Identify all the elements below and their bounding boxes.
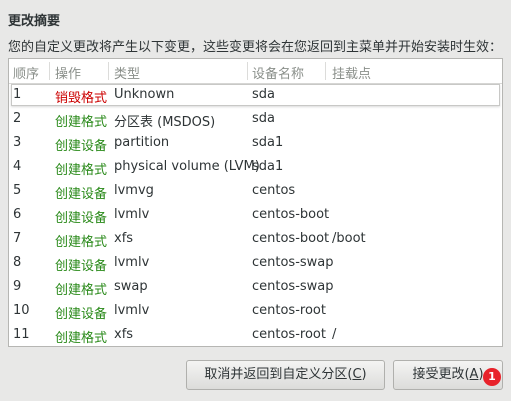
- cell-order: 2: [13, 111, 22, 126]
- cell-order: 3: [13, 135, 22, 150]
- table-header: 顺序 操作 类型 设备名称 挂载点: [9, 59, 502, 84]
- accept-button-label: 接受更改(: [412, 367, 470, 382]
- cell-order: 5: [13, 183, 22, 198]
- cell-action: 创建格式: [55, 331, 108, 346]
- table-row[interactable]: 5 创建设备 lvmvg centos: [9, 179, 502, 203]
- cell-order: 11: [13, 327, 30, 342]
- cell-order: 6: [13, 207, 22, 222]
- table-row[interactable]: 4 创建格式 physical volume (LVM) sda1: [9, 155, 502, 179]
- table-row[interactable]: 3 创建设备 partition sda1: [9, 131, 502, 155]
- cell-type: physical volume (LVM): [114, 159, 260, 174]
- table-row[interactable]: 9 创建格式 swap centos-swap: [9, 275, 502, 299]
- cancel-button-suffix: ): [361, 367, 367, 382]
- cancel-button-mnemonic: C: [352, 367, 362, 382]
- cell-device: centos-root: [252, 303, 326, 318]
- cell-action: 创建格式: [55, 115, 108, 130]
- table-row[interactable]: 6 创建设备 lvmlv centos-boot: [9, 203, 502, 227]
- table-row[interactable]: 1 销毁格式 Unknown sda: [9, 83, 502, 107]
- cell-type: partition: [114, 135, 170, 150]
- cell-action: 创建设备: [55, 307, 108, 322]
- cell-type: Unknown: [114, 87, 175, 102]
- cell-device: sda1: [252, 135, 284, 150]
- changes-table: 顺序 操作 类型 设备名称 挂载点 1 销毁格式 Unknown sda 2 创建格式 分区…: [8, 58, 503, 347]
- cell-device: sda: [252, 111, 275, 126]
- cell-mount: /boot: [332, 231, 366, 246]
- cell-action: 创建格式: [55, 163, 108, 178]
- column-header-order[interactable]: 顺序: [13, 63, 39, 82]
- notification-badge: 1: [483, 368, 501, 386]
- cell-order: 10: [13, 303, 30, 318]
- cell-type: lvmvg: [114, 183, 154, 198]
- cell-device: centos-swap: [252, 279, 334, 294]
- column-separator: [49, 62, 50, 80]
- column-separator: [325, 62, 326, 80]
- table-row[interactable]: 10 创建设备 lvmlv centos-root: [9, 299, 502, 323]
- cell-type: lvmlv: [114, 255, 150, 270]
- cell-action: 创建设备: [55, 139, 108, 154]
- table-row[interactable]: 11 创建格式 xfs centos-root /: [9, 323, 502, 346]
- cell-type: swap: [114, 279, 148, 294]
- cell-action: 创建格式: [55, 235, 108, 250]
- cell-order: 8: [13, 255, 22, 270]
- cell-action: 创建设备: [55, 187, 108, 202]
- cell-action: 创建设备: [55, 259, 108, 274]
- cell-mount: /: [332, 327, 337, 342]
- column-header-mount[interactable]: 挂载点: [332, 63, 371, 82]
- cell-action: 销毁格式: [55, 91, 108, 106]
- cell-type: lvmlv: [114, 207, 150, 222]
- cell-order: 7: [13, 231, 22, 246]
- cell-device: centos: [252, 183, 296, 198]
- column-header-device[interactable]: 设备名称: [252, 63, 304, 82]
- dialog-description: 您的自定义更改将产生以下变更，这些变更将会在您返回到主菜单并开始安装时生效：: [8, 40, 503, 55]
- cell-device: sda1: [252, 159, 284, 174]
- cell-device: centos-boot: [252, 231, 330, 246]
- cell-order: 9: [13, 279, 22, 294]
- column-separator: [108, 62, 109, 80]
- cell-action: 创建设备: [55, 211, 108, 226]
- cell-type: xfs: [114, 327, 134, 342]
- cell-type: xfs: [114, 231, 134, 246]
- cell-device: centos-swap: [252, 255, 334, 270]
- column-header-action[interactable]: 操作: [55, 63, 81, 82]
- cell-order: 1: [13, 87, 22, 102]
- column-separator: [247, 62, 248, 80]
- cell-action: 创建格式: [55, 283, 108, 298]
- cell-type: 分区表 (MSDOS): [114, 115, 216, 130]
- table-row[interactable]: 2 创建格式 分区表 (MSDOS) sda: [9, 107, 502, 131]
- cell-order: 4: [13, 159, 22, 174]
- cancel-button-label: 取消并返回到自定义分区(: [204, 367, 353, 382]
- cell-device: sda: [252, 87, 275, 102]
- cell-device: centos-root: [252, 327, 326, 342]
- table-row[interactable]: 8 创建设备 lvmlv centos-swap: [9, 251, 502, 275]
- cell-device: centos-boot: [252, 207, 330, 222]
- table-row[interactable]: 7 创建格式 xfs centos-boot/boot: [9, 227, 502, 251]
- cancel-return-button[interactable]: 取消并返回到自定义分区(C): [186, 360, 385, 390]
- column-header-type[interactable]: 类型: [114, 63, 140, 82]
- dialog-title: 更改摘要: [8, 14, 61, 29]
- cell-type: lvmlv: [114, 303, 150, 318]
